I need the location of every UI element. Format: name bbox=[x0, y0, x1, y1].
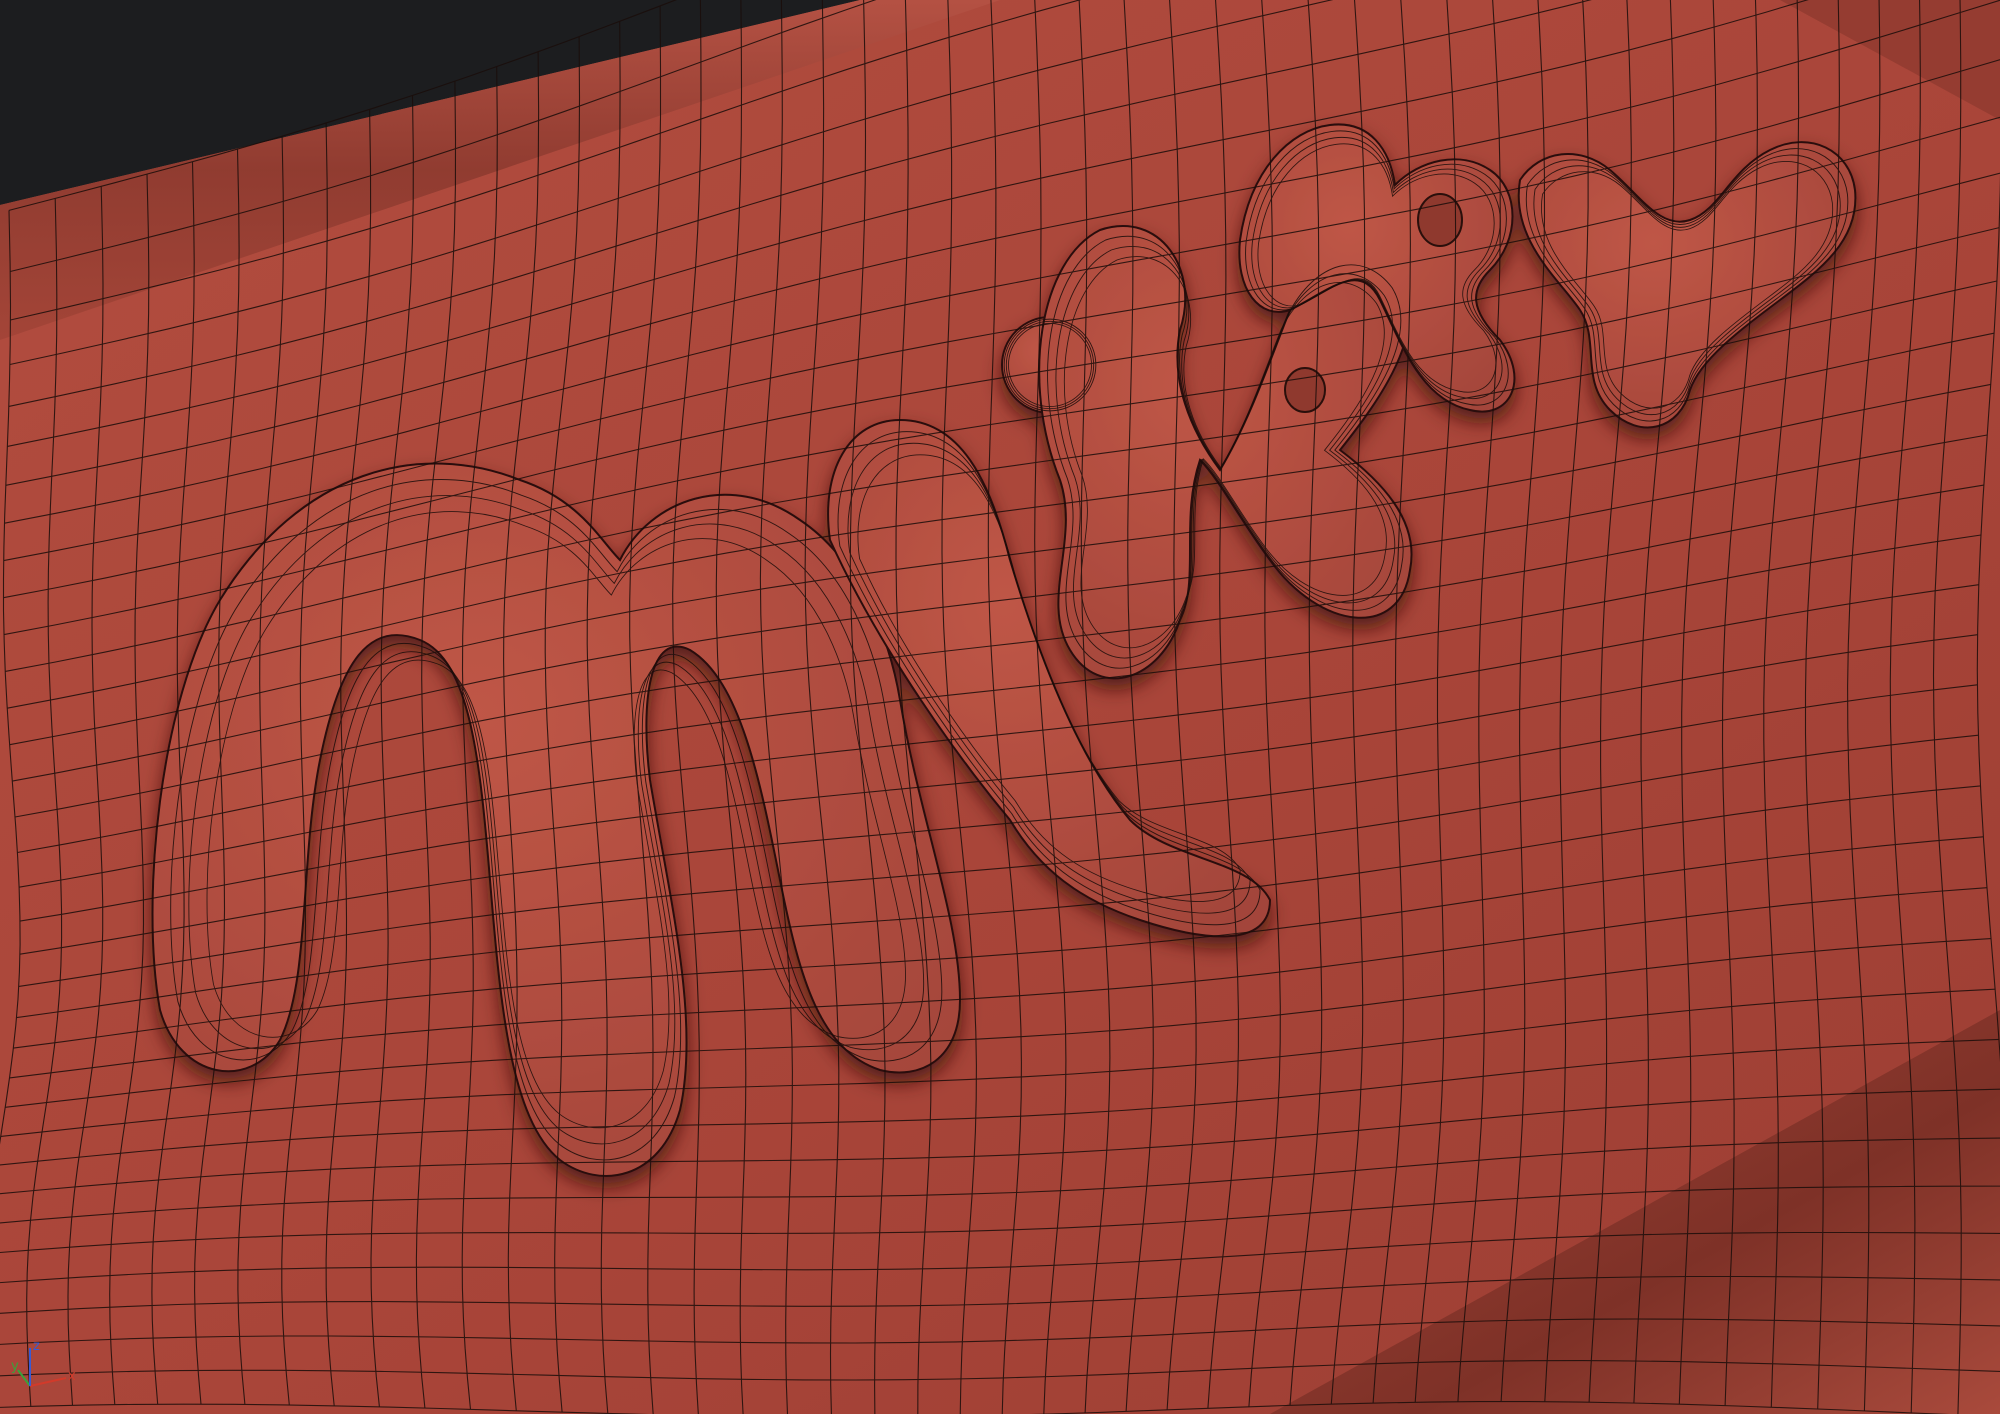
axis-y-label: y bbox=[11, 1359, 19, 1374]
axis-x-line bbox=[29, 1377, 67, 1387]
3d-viewport[interactable]: x y z bbox=[0, 0, 2000, 1414]
axis-y-line bbox=[17, 1369, 31, 1387]
axis-z-label: z bbox=[33, 1339, 40, 1354]
counter-k bbox=[1284, 367, 1326, 413]
axis-gizmo: x y z bbox=[11, 1339, 76, 1387]
axis-x-label: x bbox=[68, 1369, 76, 1384]
mesh-render bbox=[0, 0, 2000, 1414]
